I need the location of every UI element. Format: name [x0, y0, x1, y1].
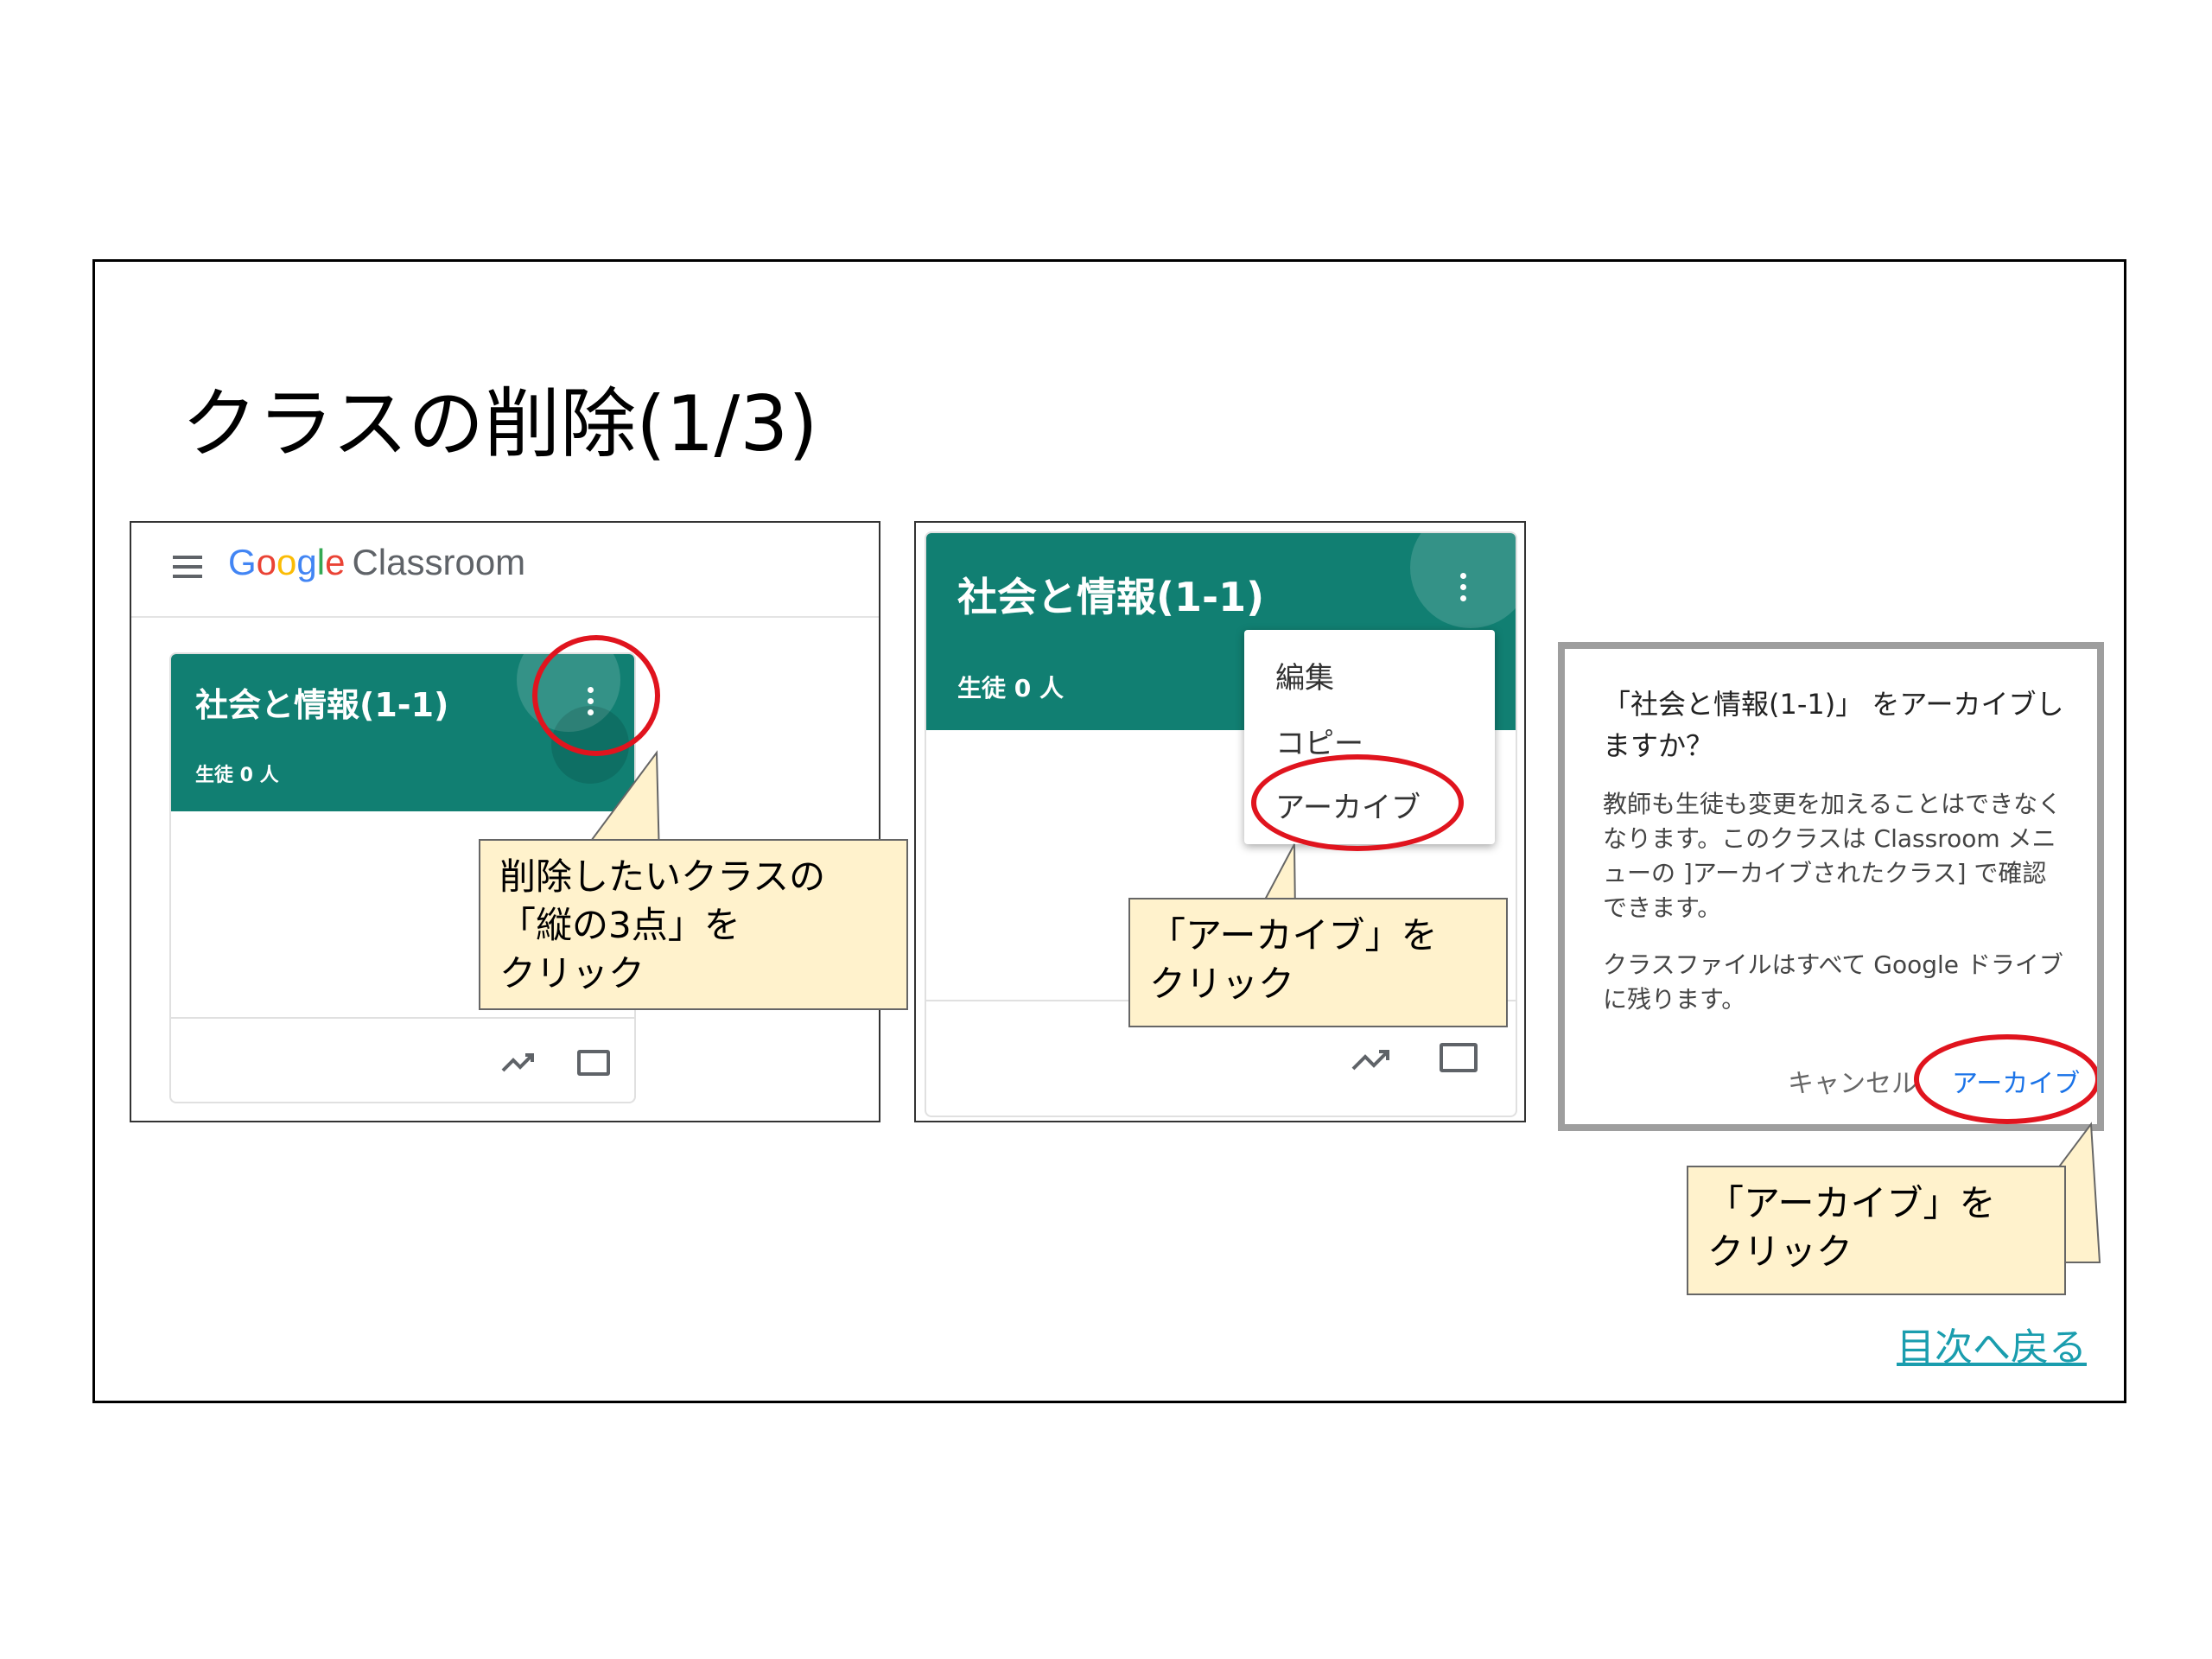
page-title: クラスの削除(1/3): [181, 379, 818, 468]
instruction-callout-2: 「アーカイブ」を クリック: [1128, 898, 1508, 1027]
class-title[interactable]: 社会と情報(1-1): [957, 566, 1264, 623]
folder-icon[interactable]: [1440, 1043, 1478, 1072]
menu-item-edit[interactable]: 編集: [1275, 654, 1334, 696]
trending-up-icon[interactable]: [501, 1050, 536, 1074]
class-title[interactable]: 社会と情報(1-1): [195, 678, 448, 726]
dialog-title: 「社会と情報(1-1)」 をアーカイブしますか？: [1603, 688, 2064, 762]
student-count: 生徒 0 人: [195, 765, 279, 786]
back-to-contents-link[interactable]: 目次へ戻る: [1897, 1316, 2087, 1371]
slide: クラスの削除(1/3) Google Classroom 社会と情報(1-1) 生…: [92, 259, 2126, 1403]
highlight-circle: [1914, 1034, 2097, 1124]
menu-icon[interactable]: [173, 556, 202, 580]
screenshot-card-menu: 社会と情報(1-1) 生徒 0 人 編集 コピー アーカイブ: [914, 521, 1526, 1122]
instruction-callout-3: 「アーカイブ」を クリック: [1687, 1166, 2066, 1295]
student-count: 生徒 0 人: [957, 674, 1064, 702]
instruction-callout-1: 削除したいクラスの 「縦の3点」を クリック: [479, 839, 908, 1010]
app-header: Google Classroom: [131, 523, 879, 618]
highlight-circle: [532, 635, 660, 756]
dialog-body-note: クラスファイルはすべて Google ドライブに残ります。: [1603, 950, 2063, 1014]
more-vert-icon[interactable]: [1460, 573, 1467, 607]
folder-icon[interactable]: [577, 1050, 610, 1076]
google-classroom-logo: Google Classroom: [228, 542, 526, 582]
class-card-footer: [171, 1017, 634, 1102]
trending-up-icon[interactable]: [1351, 1045, 1391, 1072]
archive-confirm-dialog: 「社会と情報(1-1)」 をアーカイブしますか？ 教師も生徒も変更を加えることは…: [1558, 642, 2104, 1131]
dialog-body-text: 教師も生徒も変更を加えることはできなくなります。このクラスは Classroom…: [1603, 790, 2063, 922]
cancel-button[interactable]: キャンセル: [1788, 1062, 1917, 1100]
